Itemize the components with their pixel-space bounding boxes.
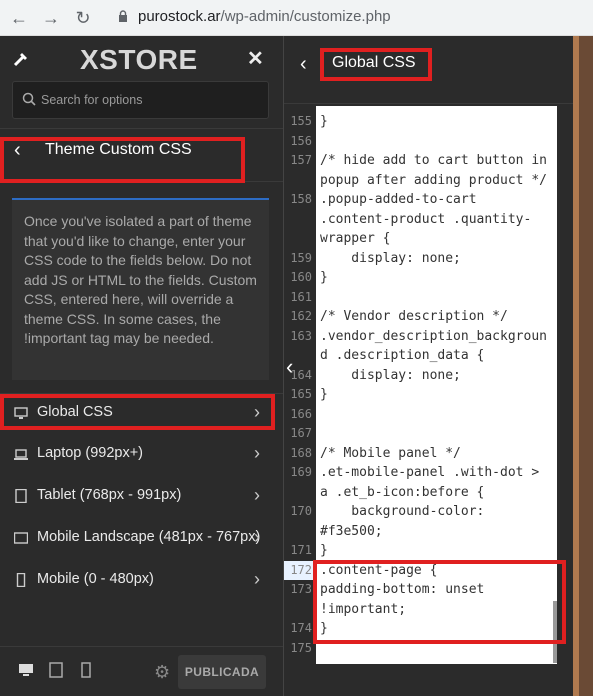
search-field[interactable]	[12, 81, 269, 119]
line-number: 159	[290, 250, 312, 265]
highlight-box-code	[313, 560, 566, 644]
line-number: 155	[290, 114, 312, 128]
sidebar-item-label: Tablet (768px - 991px)	[37, 487, 182, 503]
sidebar-item-tablet[interactable]: Tablet (768px - 991px) ›	[0, 477, 283, 517]
tablet-preview-icon[interactable]	[48, 662, 64, 678]
close-icon[interactable]: ✕	[247, 46, 264, 71]
line-number: 162	[290, 309, 312, 323]
line-number: 160	[290, 270, 312, 284]
sidebar-item-label: Mobile (0 - 480px)	[37, 571, 154, 587]
sidebar-item-label: Mobile Landscape (481px - 767px)	[37, 529, 261, 545]
chevron-right-icon: ›	[254, 569, 260, 589]
gear-icon[interactable]: ⚙	[154, 662, 170, 683]
code-line: .et-mobile-panel .with-dot >	[320, 465, 540, 480]
code-line: }	[320, 114, 328, 129]
sidebar-item-label: Laptop (992px+)	[37, 445, 144, 461]
line-number: 170	[290, 504, 312, 518]
highlight-box-global-css	[0, 394, 275, 430]
mobile-icon	[16, 573, 26, 587]
highlight-box-section	[0, 137, 245, 183]
browser-toolbar: ← → ↻ purostock.ar/wp-admin/customize.ph…	[0, 0, 593, 36]
code-line: /* Vendor description */	[320, 309, 508, 324]
line-number: 173	[290, 582, 312, 596]
code-line: display: none;	[320, 367, 461, 383]
tablet-landscape-icon	[14, 532, 28, 544]
back-chevron-icon[interactable]: ‹	[300, 53, 307, 76]
line-number: 167	[290, 426, 312, 440]
code-line: wrapper {	[320, 231, 391, 246]
line-number: 164	[290, 367, 312, 382]
line-number: 163	[290, 328, 312, 343]
tablet-icon	[15, 489, 27, 503]
line-number: 161	[290, 289, 312, 304]
search-icon	[22, 92, 36, 106]
code-line: }	[320, 543, 328, 558]
chevron-right-icon: ›	[254, 527, 260, 547]
code-line: .popup-added-to-cart	[320, 192, 477, 207]
line-number: 172	[290, 562, 312, 577]
code-line: display: none;	[320, 250, 461, 266]
highlight-box-title	[320, 48, 432, 81]
url-domain: purostock.ar	[138, 8, 221, 25]
code-line: #f3e500;	[320, 523, 383, 539]
line-number: 169	[290, 465, 312, 479]
url-path: /wp-admin/customize.php	[220, 8, 391, 25]
lock-icon	[119, 10, 127, 22]
sidebar-item-mobile-landscape[interactable]: Mobile Landscape (481px - 767px) ›	[0, 519, 283, 559]
customizer-sidebar: XSTORE ✕ ‹ Theme Custom CSS Once you've …	[0, 36, 283, 696]
sidebar-item-laptop[interactable]: Laptop (992px+) ›	[0, 435, 283, 475]
xstore-logo: XSTORE	[80, 44, 198, 75]
desktop-preview-icon[interactable]	[18, 662, 34, 678]
line-number: 165	[290, 387, 312, 401]
code-line: .vendor_description_backgroun	[320, 328, 547, 344]
sidebar-item-mobile[interactable]: Mobile (0 - 480px) ›	[0, 561, 283, 601]
line-number: 174	[290, 621, 312, 635]
line-number-gutter: 155 156 157 158 159 160 161 162 163 164 165 166 167 1…	[284, 106, 316, 696]
global-css-panel: ‹ Global CSS ‹ 155 156 157 158 159 160 161 162 1…	[283, 36, 574, 696]
forward-icon[interactable]: →	[40, 7, 62, 29]
site-preview-edge	[579, 36, 593, 696]
line-number: 158	[290, 192, 312, 206]
code-line: d .description_data {	[320, 348, 485, 363]
line-number: 166	[290, 406, 312, 421]
chevron-right-icon: ›	[254, 443, 260, 463]
line-number: 157	[290, 153, 312, 167]
line-number: 175	[290, 640, 312, 655]
chevron-right-icon: ›	[254, 485, 260, 505]
code-line: background-color:	[320, 504, 485, 519]
magic-wand-icon[interactable]	[12, 50, 30, 68]
code-line: a .et_b-icon:before {	[320, 484, 485, 500]
code-line: }	[320, 270, 328, 285]
reload-icon[interactable]: ↻	[72, 7, 94, 29]
code-line: }	[320, 387, 328, 402]
code-line: .content-product .quantity-	[320, 211, 532, 227]
mobile-preview-icon[interactable]	[78, 662, 94, 678]
line-number: 171	[290, 543, 312, 557]
search-input[interactable]	[41, 91, 261, 109]
publish-button[interactable]: PUBLICADA	[178, 655, 266, 689]
address-bar[interactable]: purostock.ar/wp-admin/customize.php	[138, 8, 391, 25]
sidebar-footer: ⚙ PUBLICADA	[0, 646, 283, 696]
line-number: 156	[290, 133, 312, 148]
sidebar-header: XSTORE ✕	[0, 36, 283, 82]
code-line: /* hide add to cart button in	[320, 153, 547, 168]
line-number: 168	[290, 445, 312, 460]
section-description: Once you've isolated a part of theme tha…	[12, 198, 269, 380]
code-line: /* Mobile panel */	[320, 445, 461, 461]
code-line: popup after adding product */	[320, 172, 547, 188]
back-icon[interactable]: ←	[8, 7, 30, 29]
laptop-icon	[14, 449, 28, 460]
